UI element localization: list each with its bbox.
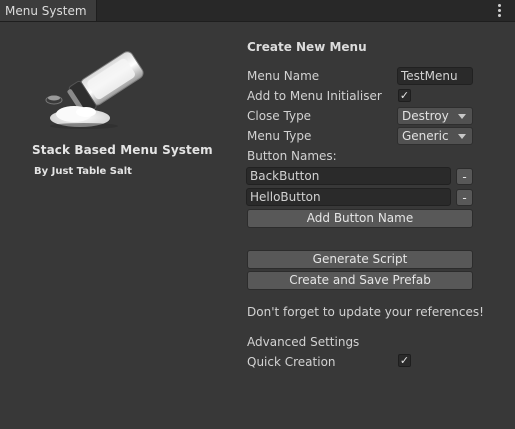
generate-script-button[interactable]: Generate Script <box>247 250 473 269</box>
button-names-label: Button Names: <box>247 149 337 163</box>
close-type-label: Close Type <box>247 109 312 123</box>
remove-button-name-1[interactable]: - <box>456 168 473 185</box>
salt-shaker-logo <box>45 51 144 129</box>
tab-bar: Menu System <box>0 0 515 22</box>
reminder-text: Don't forget to update your references! <box>247 305 484 319</box>
logo-title: Stack Based Menu System <box>32 143 213 157</box>
chevron-down-icon <box>458 134 466 139</box>
button-name-input-2[interactable]: HelloButton <box>246 188 451 206</box>
menu-type-label: Menu Type <box>247 129 312 143</box>
quick-creation-label: Quick Creation <box>247 355 336 369</box>
menu-name-input[interactable]: TestMenu <box>397 67 473 85</box>
menu-type-value: Generic <box>402 129 449 143</box>
quick-creation-checkbox[interactable]: ✓ <box>398 354 411 367</box>
remove-button-name-2[interactable]: - <box>456 189 473 206</box>
close-type-value: Destroy <box>402 109 449 123</box>
add-button-name-button[interactable]: Add Button Name <box>247 209 473 228</box>
chevron-down-icon <box>458 114 466 119</box>
create-menu-heading: Create New Menu <box>247 40 367 54</box>
add-to-initialiser-checkbox[interactable]: ✓ <box>398 89 411 102</box>
advanced-settings-heading: Advanced Settings <box>247 335 360 349</box>
button-name-input-1[interactable]: BackButton <box>246 167 451 185</box>
kebab-menu-icon[interactable] <box>498 4 502 18</box>
menu-type-dropdown[interactable]: Generic <box>397 127 473 145</box>
menu-name-label: Menu Name <box>247 69 320 83</box>
tab-menu-system[interactable]: Menu System <box>0 0 97 21</box>
logo-subtitle: By Just Table Salt <box>34 166 132 177</box>
tab-label: Menu System <box>5 4 87 18</box>
add-to-initialiser-label: Add to Menu Initialiser <box>247 89 382 103</box>
close-type-dropdown[interactable]: Destroy <box>397 107 473 125</box>
create-save-prefab-button[interactable]: Create and Save Prefab <box>247 271 473 290</box>
